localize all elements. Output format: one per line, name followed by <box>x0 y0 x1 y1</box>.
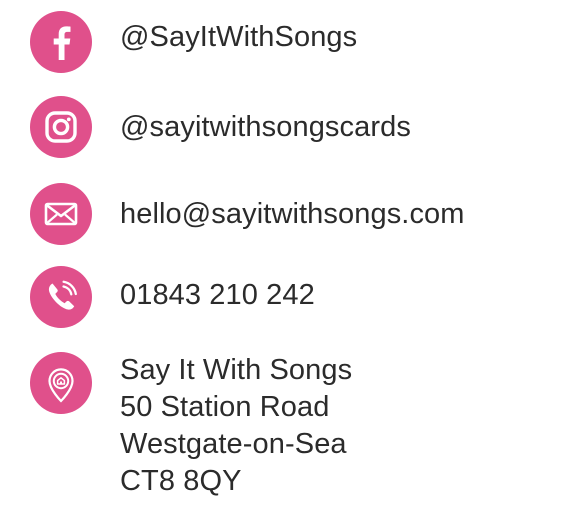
address-line: Westgate-on-Sea <box>120 428 347 460</box>
address-line: Say It With Songs <box>120 354 353 386</box>
email-address[interactable]: hello@sayitwithsongs.com <box>120 196 465 233</box>
instagram-handle[interactable]: @sayitwithsongscards <box>120 109 411 146</box>
facebook-icon[interactable] <box>30 11 92 73</box>
address-line: CT8 8QY <box>120 465 242 497</box>
address-line: 50 Station Road <box>120 391 330 423</box>
phone-icon[interactable] <box>30 266 92 328</box>
envelope-icon[interactable] <box>30 183 92 245</box>
postal-address: Say It With Songs 50 Station Road Westga… <box>120 352 352 500</box>
instagram-icon[interactable] <box>30 96 92 158</box>
facebook-handle[interactable]: @SayItWithSongs <box>120 19 357 56</box>
location-pin-icon <box>30 352 92 414</box>
phone-number[interactable]: 01843 210 242 <box>120 277 315 314</box>
